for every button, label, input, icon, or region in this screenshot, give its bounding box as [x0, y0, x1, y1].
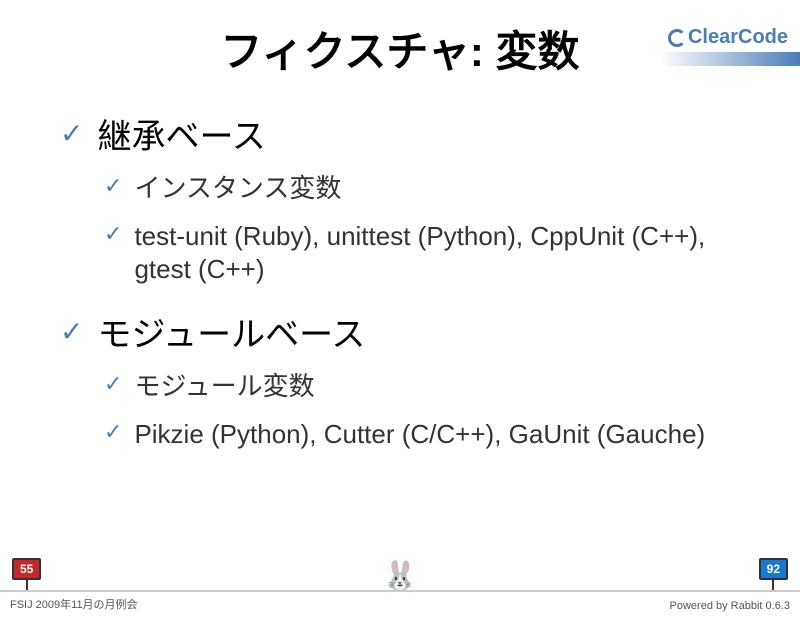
- check-icon: ✓: [104, 370, 122, 399]
- page-total: 92: [759, 558, 788, 580]
- list-item: ✓ test-unit (Ruby), unittest (Python), C…: [104, 220, 740, 288]
- page-total-flag: 92: [759, 558, 788, 590]
- bullet-label: インスタンス変数: [134, 172, 341, 206]
- list-item: ✓ モジュール変数: [104, 370, 740, 404]
- flag-pole: [26, 580, 28, 590]
- bullet-label: test-unit (Ruby), unittest (Python), Cpp…: [134, 220, 740, 288]
- list-item: ✓ インスタンス変数: [104, 172, 740, 206]
- list-item: ✓ 継承ベース: [60, 117, 740, 158]
- slide-content: ✓ 継承ベース ✓ インスタンス変数 ✓ test-unit (Ruby), u…: [0, 79, 800, 452]
- logo-c-icon: [668, 29, 686, 47]
- footer-right: Powered by Rabbit 0.6.3: [670, 600, 790, 612]
- list-item: ✓ モジュールベース: [60, 315, 740, 356]
- bullet-label: Pikzie (Python), Cutter (C/C++), GaUnit …: [134, 418, 705, 452]
- rabbit-icon: 🐰: [383, 562, 418, 590]
- list-item: ✓ Pikzie (Python), Cutter (C/C++), GaUni…: [104, 418, 740, 452]
- logo-text: ClearCode: [688, 26, 788, 48]
- bullet-label: モジュールベース: [97, 315, 365, 356]
- check-icon: ✓: [104, 220, 122, 249]
- check-icon: ✓: [104, 172, 122, 201]
- logo: ClearCode: [668, 26, 788, 49]
- logo-underline: [660, 52, 800, 66]
- page-current-flag: 55: [12, 558, 41, 590]
- bullet-label: モジュール変数: [134, 370, 314, 404]
- check-icon: ✓: [60, 117, 83, 151]
- bullet-label: 継承ベース: [97, 117, 265, 158]
- flag-pole: [772, 580, 774, 590]
- check-icon: ✓: [104, 418, 122, 447]
- page-current: 55: [12, 558, 41, 580]
- footer-left: FSIJ 2009年11月の月例会: [10, 596, 138, 612]
- check-icon: ✓: [60, 315, 83, 349]
